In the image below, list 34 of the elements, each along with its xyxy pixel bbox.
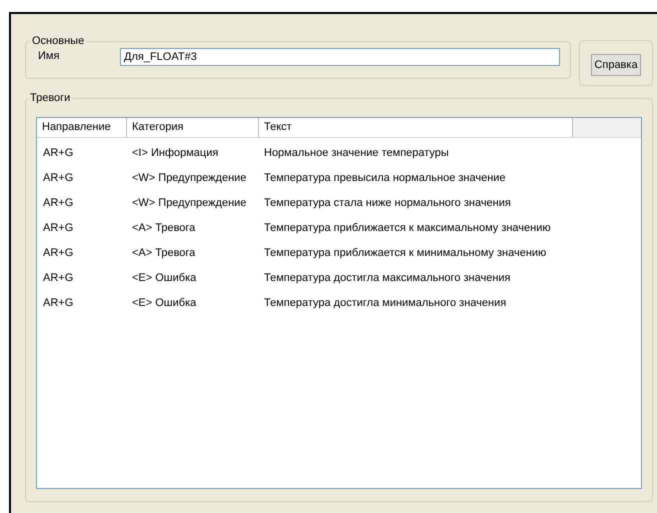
table-cell-text: AR+G — [42, 196, 74, 211]
table-cell-text: AR+G — [42, 220, 74, 236]
header-filler — [573, 118, 641, 136]
table-cell-text: Нормальное значение температуры — [263, 146, 450, 161]
table-cell-text: <W> Предупреждение — [131, 196, 248, 211]
table-cell-text: Температура превысила нормальное значение — [263, 170, 507, 186]
group-title: Основные — [31, 34, 86, 49]
table-cell-text: <A> Тревога — [131, 220, 196, 236]
table-cell-text: <E> Ошибка — [131, 270, 198, 286]
table-cell-text: <W> Предупреждение — [131, 170, 248, 186]
table-cell-text: Температура приближается к минимальному значению — [263, 246, 548, 261]
help-button[interactable]: Справка — [591, 54, 641, 76]
table-row[interactable]: AR+G <A> Тревога Температура приближается к максимальному значению — [37, 216, 641, 240]
table-row[interactable]: AR+G <W> Предупреждение Температура стала ниже нормального значения — [37, 190, 641, 216]
table-cell-text: Температура приближается к максимальному значению — [263, 220, 552, 236]
table-cell-text: AR+G — [42, 270, 74, 286]
table-cell-text: <E> Ошибка — [131, 296, 198, 311]
table-cell-text: AR+G — [42, 246, 74, 261]
name-field[interactable]: Для_FLOAT#3 — [120, 48, 560, 66]
table-row[interactable]: AR+G <I> Информация Нормальное значение температуры — [37, 140, 641, 166]
table-cell-text: <I> Информация — [131, 146, 220, 161]
table-row[interactable]: AR+G <E> Ошибка Температура достигла максимального значения — [37, 266, 641, 290]
table-row[interactable]: AR+G <W> Предупреждение Температура превысила нормальное значение — [37, 166, 641, 190]
table-row[interactable]: AR+G <E> Ошибка Температура достигла минимального значения — [37, 290, 641, 316]
table-cell-text: Температура достигла минимального значения — [263, 296, 508, 311]
table-cell-text: Температура достигла максимального значения — [263, 270, 512, 286]
table-cell-text: AR+G — [42, 170, 74, 186]
table-cell-text: Температура стала ниже нормального значения — [263, 196, 512, 211]
table-cell-text: AR+G — [42, 296, 74, 311]
table-cell-text: <A> Тревога — [131, 246, 196, 261]
field-label: Имя — [37, 49, 60, 64]
table-row[interactable]: AR+G <A> Тревога Температура приближается к минимальному значению — [37, 240, 641, 266]
group-title: Тревоги — [29, 91, 72, 106]
table-cell-text: AR+G — [42, 146, 74, 161]
